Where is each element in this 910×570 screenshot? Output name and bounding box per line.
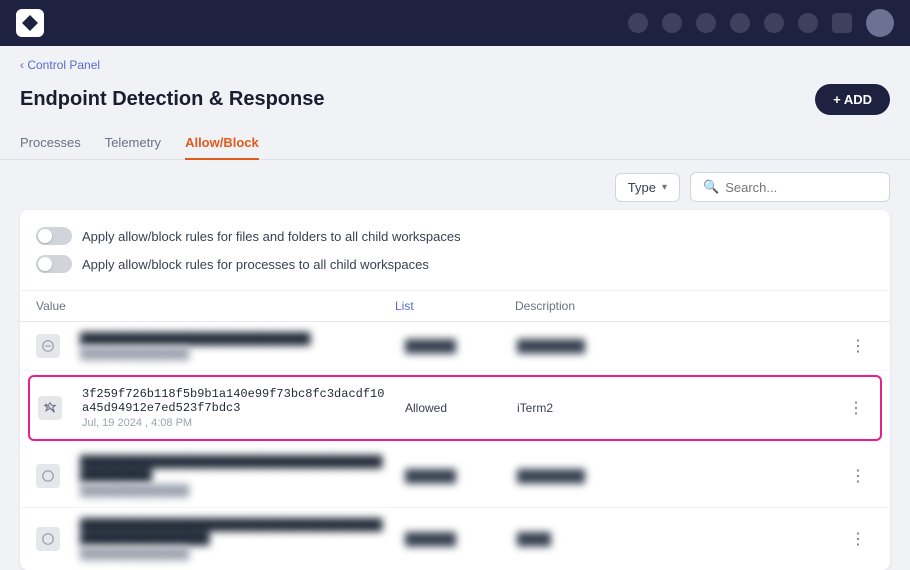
row-icon-3 (36, 464, 60, 488)
desc-val-4: ████ (517, 532, 842, 546)
row-icon (36, 334, 60, 358)
toggle-files[interactable] (36, 227, 72, 245)
toggle-knob-processes (38, 257, 52, 271)
toggle-row-processes: Apply allow/block rules for processes to… (36, 250, 874, 278)
nav-icon-3[interactable] (696, 13, 716, 33)
table-row: ████████████████████████████████████████… (20, 508, 890, 570)
row-value-main-3: ████████████████████████████████████████… (80, 455, 389, 483)
row-icon-2 (38, 396, 62, 420)
list-val-4: ██████ (397, 532, 517, 546)
desc-val-1: ████████ (517, 339, 842, 353)
list-val-1: ██████ (397, 339, 517, 353)
toggle-label-files: Apply allow/block rules for files and fo… (82, 229, 461, 244)
list-val-3: ██████ (397, 469, 517, 483)
col-header-description: Description (515, 299, 874, 313)
search-box: 🔍 (690, 172, 890, 202)
tabs-bar: Processes Telemetry Allow/Block (0, 127, 910, 160)
desc-val-2: iTerm2 (517, 401, 840, 415)
nav-icon-2[interactable] (662, 13, 682, 33)
tab-allowblock[interactable]: Allow/Block (185, 127, 259, 160)
row-value-4: ████████████████████████████████████████… (72, 518, 397, 560)
col-header-value: Value (36, 299, 395, 313)
tab-processes[interactable]: Processes (20, 127, 81, 160)
row-value-main-2: 3f259f726b118f5b9b1a140e99f73bc8fc3dacdf… (82, 387, 389, 415)
desc-val-3: ████████ (517, 469, 842, 483)
row-value-sub-2: Jul, 19 2024 , 4:08 PM (82, 417, 389, 429)
more-icon-3[interactable]: ⋮ (842, 466, 874, 486)
breadcrumb[interactable]: Control Panel (20, 58, 100, 72)
search-icon: 🔍 (703, 179, 719, 195)
topnav-right (628, 9, 894, 37)
table-row-highlighted: 3f259f726b118f5b9b1a140e99f73bc8fc3dacdf… (28, 375, 882, 441)
tab-telemetry[interactable]: Telemetry (105, 127, 161, 160)
table-row: ████████████████████████████████ ███████… (20, 322, 890, 371)
search-input[interactable] (725, 180, 877, 195)
chevron-down-icon: ▾ (662, 182, 667, 193)
topnav (0, 0, 910, 46)
table-row: ████████████████████████████████████████… (20, 445, 890, 508)
row-icon-4 (36, 527, 60, 551)
row-value-main-1: ████████████████████████████████ (80, 332, 389, 346)
gear-icon[interactable] (832, 13, 852, 33)
type-label: Type (628, 180, 656, 195)
toggle-label-processes: Apply allow/block rules for processes to… (82, 257, 429, 272)
row-value-sub-4: ██████████████ (80, 548, 389, 560)
table-header: Value List Description (20, 291, 890, 322)
logo[interactable] (16, 9, 44, 37)
page-title: Endpoint Detection & Response (20, 88, 324, 111)
nav-icon-4[interactable] (730, 13, 750, 33)
page-header: Endpoint Detection & Response + ADD (0, 80, 910, 127)
row-value-main-4: ████████████████████████████████████████… (80, 518, 389, 546)
more-icon-4[interactable]: ⋮ (842, 529, 874, 549)
breadcrumb-bar: Control Panel (0, 46, 910, 80)
add-button[interactable]: + ADD (815, 84, 890, 115)
col-header-list: List (395, 299, 515, 313)
nav-icon-5[interactable] (764, 13, 784, 33)
row-value-1: ████████████████████████████████ ███████… (72, 332, 397, 360)
toggle-row-files: Apply allow/block rules for files and fo… (36, 222, 874, 250)
toggle-knob-files (38, 229, 52, 243)
list-val-2: Allowed (397, 401, 517, 415)
logo-icon (22, 15, 38, 31)
row-value-2: 3f259f726b118f5b9b1a140e99f73bc8fc3dacdf… (74, 387, 397, 429)
more-icon-2[interactable]: ⋮ (840, 398, 872, 418)
more-icon-1[interactable]: ⋮ (842, 336, 874, 356)
toggle-section: Apply allow/block rules for files and fo… (20, 210, 890, 291)
row-value-sub-3: ██████████████ (80, 485, 389, 497)
filter-bar: Type ▾ 🔍 (0, 160, 910, 210)
topnav-left (16, 9, 54, 37)
toggle-processes[interactable] (36, 255, 72, 273)
avatar[interactable] (866, 9, 894, 37)
main-panel: Apply allow/block rules for files and fo… (20, 210, 890, 570)
type-dropdown[interactable]: Type ▾ (615, 173, 680, 202)
nav-icon-1[interactable] (628, 13, 648, 33)
row-value-3: ████████████████████████████████████████… (72, 455, 397, 497)
nav-icon-6[interactable] (798, 13, 818, 33)
row-value-sub-1: ██████████████ (80, 348, 389, 360)
